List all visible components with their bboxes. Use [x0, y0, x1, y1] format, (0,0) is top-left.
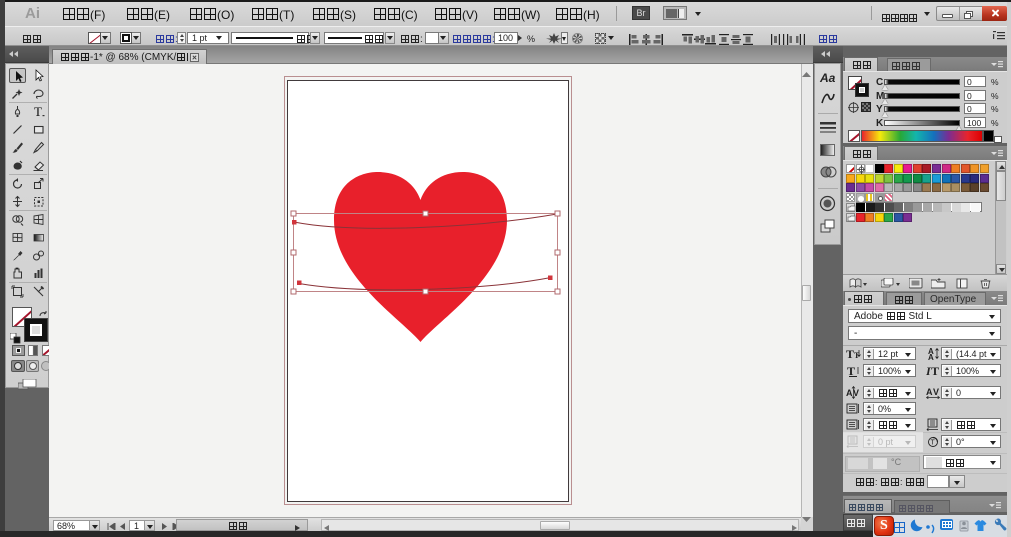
svg-text:T: T — [34, 105, 42, 118]
svg-text:A: A — [926, 387, 933, 397]
svg-text:T: T — [846, 347, 854, 360]
svg-text:V: V — [853, 388, 859, 398]
svg-text:T: T — [931, 440, 936, 447]
svg-text:T: T — [931, 364, 939, 377]
svg-text:V: V — [933, 387, 939, 397]
svg-text:A: A — [846, 388, 853, 398]
svg-text:T: T — [847, 364, 855, 377]
svg-text:A: A — [928, 353, 934, 360]
